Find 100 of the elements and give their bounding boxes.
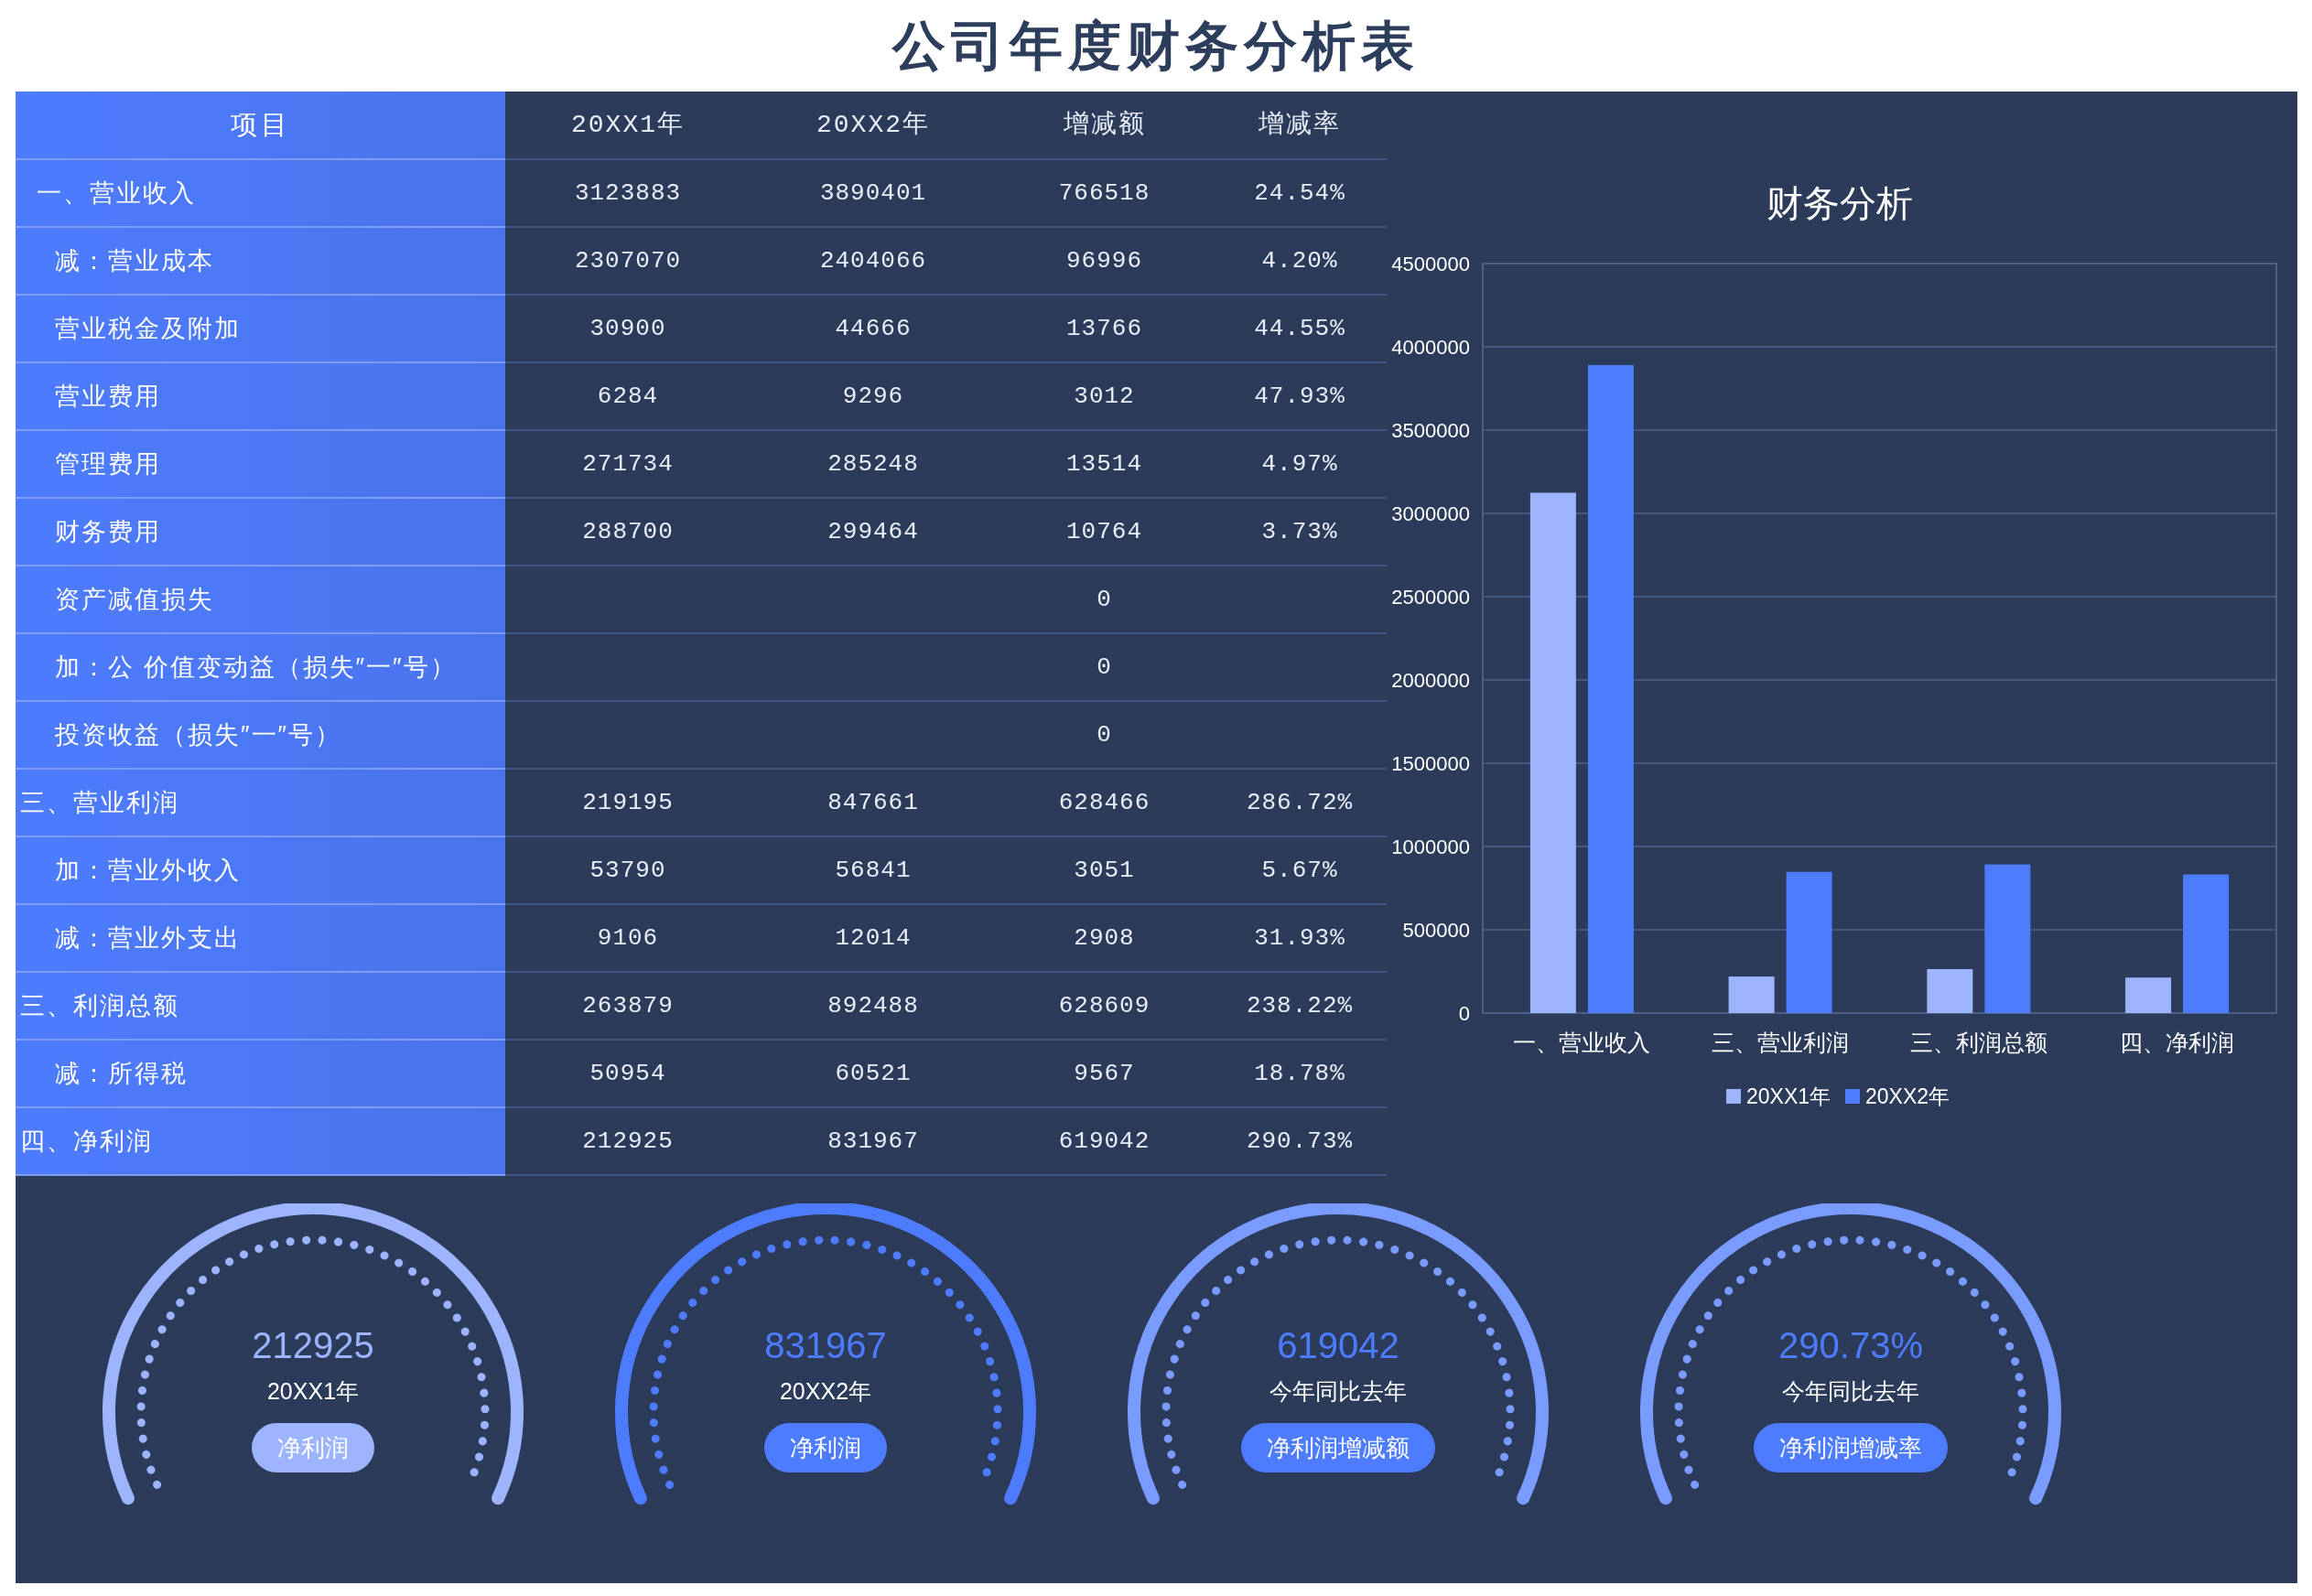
table-cell-text: 31.93%: [1254, 922, 1345, 954]
table-cell-text: 847661: [827, 787, 919, 818]
table-cell-text: 56841: [835, 855, 912, 886]
table-cell-text: 50954: [589, 1058, 666, 1089]
axis-tick-label: 500000: [1402, 919, 1470, 942]
row-label: 投资收益（损失″一″号）: [16, 702, 505, 770]
bar: [1728, 976, 1775, 1013]
table-cell-text: 9567: [1074, 1058, 1135, 1089]
row-label: 减：营业成本: [16, 228, 505, 296]
axis-category-label: 三、营业利润: [1712, 1030, 1850, 1055]
column-header: 20XX1年: [505, 92, 751, 160]
table-cell-text: 13514: [1066, 448, 1142, 480]
table-cell-text: 24.54%: [1254, 178, 1345, 209]
row-label: 管理费用: [16, 431, 505, 499]
gauge-value: 290.73%: [1778, 1324, 1923, 1366]
row-label: 营业税金及附加: [16, 296, 505, 363]
table-cell-text: 628466: [1058, 787, 1151, 818]
axis-tick-label: 3500000: [1391, 419, 1470, 442]
column-header: 增减额: [996, 92, 1213, 160]
table-cell-text: 2404066: [819, 245, 927, 276]
table-cell-text: 238.22%: [1246, 990, 1354, 1021]
axis-tick-label: 4000000: [1391, 336, 1470, 359]
table-cell-text: 219195: [582, 787, 674, 818]
gauge-value: 831967: [764, 1324, 887, 1366]
table-cell-text: 18.78%: [1254, 1058, 1345, 1089]
column-header: 20XX2年: [751, 92, 996, 160]
axis-tick-label: 1500000: [1391, 752, 1470, 775]
table-cell-text: 4.97%: [1261, 448, 1338, 480]
table-cell-text: 0: [1097, 584, 1112, 615]
axis-tick-label: 2500000: [1391, 586, 1470, 609]
table-cell-text: 0: [1097, 652, 1112, 683]
table-cell-text: 44.55%: [1254, 313, 1345, 344]
row-label: 加：营业外收入: [16, 837, 505, 905]
axis-tick-label: 0: [1458, 1002, 1470, 1025]
axis-category-label: 四、净利润: [2120, 1030, 2235, 1055]
tag-pill: 净利润: [764, 1423, 887, 1472]
row-label: 财务费用: [16, 499, 505, 566]
row-label: 一、营业收入: [16, 160, 505, 228]
table-cell-text: 2908: [1074, 922, 1135, 954]
table-cell-text: 96996: [1066, 245, 1142, 276]
chart-title: 财务分析: [1766, 183, 1913, 223]
tag-pill: 净利润: [252, 1423, 374, 1472]
tag-pill: 净利润增减额: [1241, 1423, 1435, 1472]
row-label: 减：营业外支出: [16, 905, 505, 973]
gauge-label: 20XX1年: [266, 1377, 360, 1405]
table-cell-text: 628609: [1058, 990, 1151, 1021]
gauge-value: 212925: [252, 1324, 374, 1366]
legend-label: 20XX1年: [1746, 1084, 1831, 1108]
page-title: 公司年度财务分析表: [892, 13, 1420, 79]
row-label: 三、营业利润: [16, 770, 505, 837]
axis-tick-label: 3000000: [1391, 502, 1470, 525]
axis-tick-label: 1000000: [1391, 836, 1470, 858]
table-cell-text: 3.73%: [1261, 516, 1338, 547]
table-cell-text: 271734: [582, 448, 674, 480]
gauge-label: 今年同比去年: [1269, 1377, 1407, 1405]
table-cell-text: 212925: [582, 1126, 674, 1157]
table-cell-text: 47.93%: [1254, 381, 1345, 412]
table-cell-text: 285248: [827, 448, 919, 480]
bar: [1927, 968, 1973, 1013]
row-label: 营业费用: [16, 363, 505, 431]
gauge-label: 20XX2年: [779, 1377, 872, 1405]
table-cell-text: 30900: [589, 313, 666, 344]
table-cell-text: 299464: [827, 516, 919, 547]
row-label: 资产减值损失: [16, 566, 505, 634]
axis-category-label: 三、利润总额: [1909, 1030, 2047, 1055]
column-header: 增减率: [1213, 92, 1387, 160]
gauge-value: 619042: [1277, 1324, 1399, 1366]
table-cell-text: 766518: [1058, 178, 1151, 209]
bar: [2125, 977, 2172, 1013]
axis-tick-label: 2000000: [1391, 669, 1470, 692]
table-cell-text: 53790: [589, 855, 666, 886]
table-cell-text: 13766: [1066, 313, 1142, 344]
table-cell-text: 44666: [835, 313, 912, 344]
table-cell-text: 0: [1097, 719, 1112, 750]
table-cell-text: 2307070: [574, 245, 682, 276]
table-cell-text: 3123883: [574, 178, 682, 209]
row-label: 三、利润总额: [16, 973, 505, 1041]
tag-pill: 净利润增减率: [1754, 1423, 1948, 1472]
gauge-label: 今年同比去年: [1782, 1377, 1919, 1405]
row-label: 四、净利润: [16, 1108, 505, 1176]
table-cell-text: 12014: [835, 922, 912, 954]
table-cell-text: 263879: [582, 990, 674, 1021]
table-cell-text: 9106: [597, 922, 659, 954]
row-label: 加：公 价值变动益（损失″一″号）: [16, 634, 505, 702]
legend-label: 20XX2年: [1865, 1084, 1950, 1108]
table-cell-text: 3051: [1074, 855, 1135, 886]
axis-tick-label: 4500000: [1391, 253, 1470, 275]
table-cell-text: 5.67%: [1261, 855, 1338, 886]
table-cell-text: 619042: [1058, 1126, 1151, 1157]
table-cell-text: 831967: [827, 1126, 919, 1157]
table-cell-text: 9296: [842, 381, 904, 412]
table-cell-text: 6284: [597, 381, 659, 412]
table-cell-text: 290.73%: [1246, 1126, 1354, 1157]
table-cell-text: 60521: [835, 1058, 912, 1089]
table-cell-text: 3012: [1074, 381, 1135, 412]
axis-category-label: 一、营业收入: [1513, 1030, 1651, 1055]
table-cell-text: 286.72%: [1246, 787, 1354, 818]
table-cell-text: 3890401: [819, 178, 927, 209]
table-cell-text: 288700: [582, 516, 674, 547]
row-label: 减：所得税: [16, 1041, 505, 1108]
